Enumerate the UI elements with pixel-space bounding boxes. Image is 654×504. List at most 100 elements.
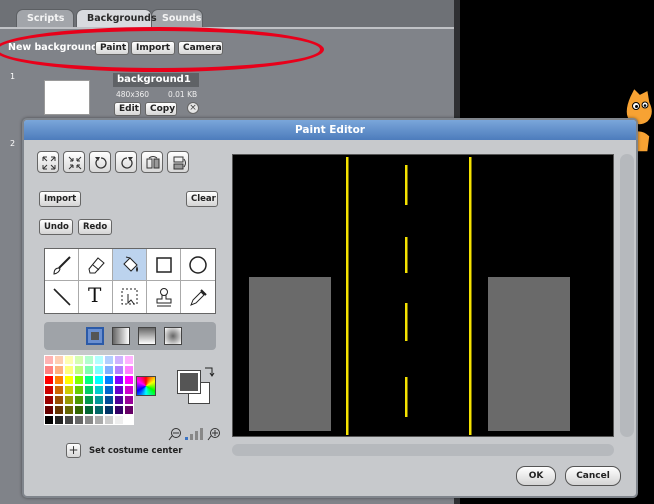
fill-solid-option[interactable] (86, 327, 104, 345)
color-swatch[interactable] (114, 385, 124, 395)
paintbrush-tool[interactable] (45, 249, 79, 281)
dialog-title[interactable]: Paint Editor (24, 120, 636, 140)
text-tool[interactable]: T (79, 281, 113, 313)
flip-horizontal-button[interactable] (141, 151, 163, 173)
color-swatch[interactable] (104, 375, 114, 385)
import-button[interactable]: Import (39, 191, 81, 207)
color-swatch[interactable] (114, 355, 124, 365)
color-swatch[interactable] (114, 365, 124, 375)
color-swatch[interactable] (124, 405, 134, 415)
color-swatch[interactable] (44, 375, 54, 385)
zoom-level-bar[interactable] (195, 431, 198, 440)
color-swatch[interactable] (104, 365, 114, 375)
color-swatch[interactable] (94, 365, 104, 375)
color-swatch[interactable] (84, 385, 94, 395)
ok-button[interactable]: OK (516, 466, 556, 486)
color-swatch[interactable] (54, 405, 64, 415)
zoom-level-bar[interactable] (190, 434, 193, 440)
color-swatch[interactable] (94, 355, 104, 365)
color-swatch[interactable] (124, 385, 134, 395)
vertical-scrollbar[interactable] (620, 154, 634, 437)
zoom-out-icon[interactable] (168, 427, 182, 441)
color-swatch[interactable] (94, 375, 104, 385)
color-swatch[interactable] (74, 385, 84, 395)
line-tool[interactable] (45, 281, 79, 313)
redo-button[interactable]: Redo (78, 219, 112, 235)
color-swatch[interactable] (104, 415, 114, 425)
color-swatch[interactable] (44, 355, 54, 365)
color-swatch[interactable] (124, 395, 134, 405)
color-swatch[interactable] (124, 375, 134, 385)
color-swatch[interactable] (54, 375, 64, 385)
color-swatch[interactable] (74, 365, 84, 375)
ellipse-tool[interactable] (181, 249, 215, 281)
color-swatch[interactable] (74, 355, 84, 365)
grow-button[interactable] (37, 151, 59, 173)
color-swatch[interactable] (64, 385, 74, 395)
color-swatch[interactable] (94, 415, 104, 425)
color-swatch[interactable] (64, 355, 74, 365)
color-swatch[interactable] (84, 375, 94, 385)
color-swatch[interactable] (84, 395, 94, 405)
color-swatch[interactable] (84, 365, 94, 375)
swap-colors-icon[interactable] (203, 365, 215, 377)
color-picker-icon[interactable] (136, 376, 156, 396)
color-swatch[interactable] (124, 415, 134, 425)
zoom-in-icon[interactable] (207, 427, 221, 441)
tab-sounds[interactable]: Sounds (151, 9, 203, 28)
color-swatch[interactable] (44, 415, 54, 425)
delete-icon[interactable]: × (187, 102, 199, 114)
rotate-left-button[interactable] (89, 151, 111, 173)
color-swatch[interactable] (84, 415, 94, 425)
color-swatch[interactable] (54, 395, 64, 405)
stamp-tool[interactable] (147, 281, 181, 313)
cancel-button[interactable]: Cancel (565, 466, 621, 486)
color-swatch[interactable] (124, 365, 134, 375)
color-swatch[interactable] (74, 375, 84, 385)
color-swatch[interactable] (124, 355, 134, 365)
color-swatch[interactable] (104, 355, 114, 365)
color-swatch[interactable] (114, 415, 124, 425)
color-swatch[interactable] (94, 405, 104, 415)
color-swatch[interactable] (94, 395, 104, 405)
color-swatch[interactable] (74, 415, 84, 425)
eraser-tool[interactable] (79, 249, 113, 281)
color-swatch[interactable] (94, 385, 104, 395)
shrink-button[interactable] (63, 151, 85, 173)
color-swatch[interactable] (104, 385, 114, 395)
fill-vertical-gradient-option[interactable] (138, 327, 156, 345)
tab-scripts[interactable]: Scripts (16, 9, 74, 28)
fill-tool[interactable] (113, 249, 147, 281)
background-thumbnail[interactable] (44, 80, 90, 115)
flip-vertical-button[interactable] (167, 151, 189, 173)
zoom-level-bar[interactable] (185, 437, 188, 440)
color-swatch[interactable] (64, 365, 74, 375)
rectangle-tool[interactable] (147, 249, 181, 281)
clear-button[interactable]: Clear (186, 191, 218, 207)
fill-horizontal-gradient-option[interactable] (112, 327, 130, 345)
color-swatch[interactable] (54, 385, 64, 395)
color-swatch[interactable] (114, 405, 124, 415)
color-swatch[interactable] (74, 395, 84, 405)
drawing-canvas[interactable] (232, 154, 614, 437)
set-costume-center-button[interactable]: + (66, 443, 81, 458)
color-swatch[interactable] (64, 395, 74, 405)
color-swatch[interactable] (64, 375, 74, 385)
color-swatch[interactable] (44, 365, 54, 375)
color-swatch[interactable] (84, 405, 94, 415)
edit-button[interactable]: Edit (114, 102, 141, 116)
color-swatch[interactable] (64, 415, 74, 425)
horizontal-scrollbar[interactable] (232, 444, 614, 456)
color-swatch[interactable] (114, 375, 124, 385)
color-swatch[interactable] (64, 405, 74, 415)
color-swatch[interactable] (84, 355, 94, 365)
foreground-color-swatch[interactable] (177, 370, 201, 394)
color-swatch[interactable] (54, 355, 64, 365)
color-swatch[interactable] (44, 405, 54, 415)
rotate-right-button[interactable] (115, 151, 137, 173)
color-swatch[interactable] (104, 405, 114, 415)
tab-backgrounds[interactable]: Backgrounds (76, 9, 157, 28)
zoom-level-bar[interactable] (200, 428, 203, 440)
background-name-field[interactable]: background1 (113, 73, 199, 87)
color-swatch[interactable] (104, 395, 114, 405)
